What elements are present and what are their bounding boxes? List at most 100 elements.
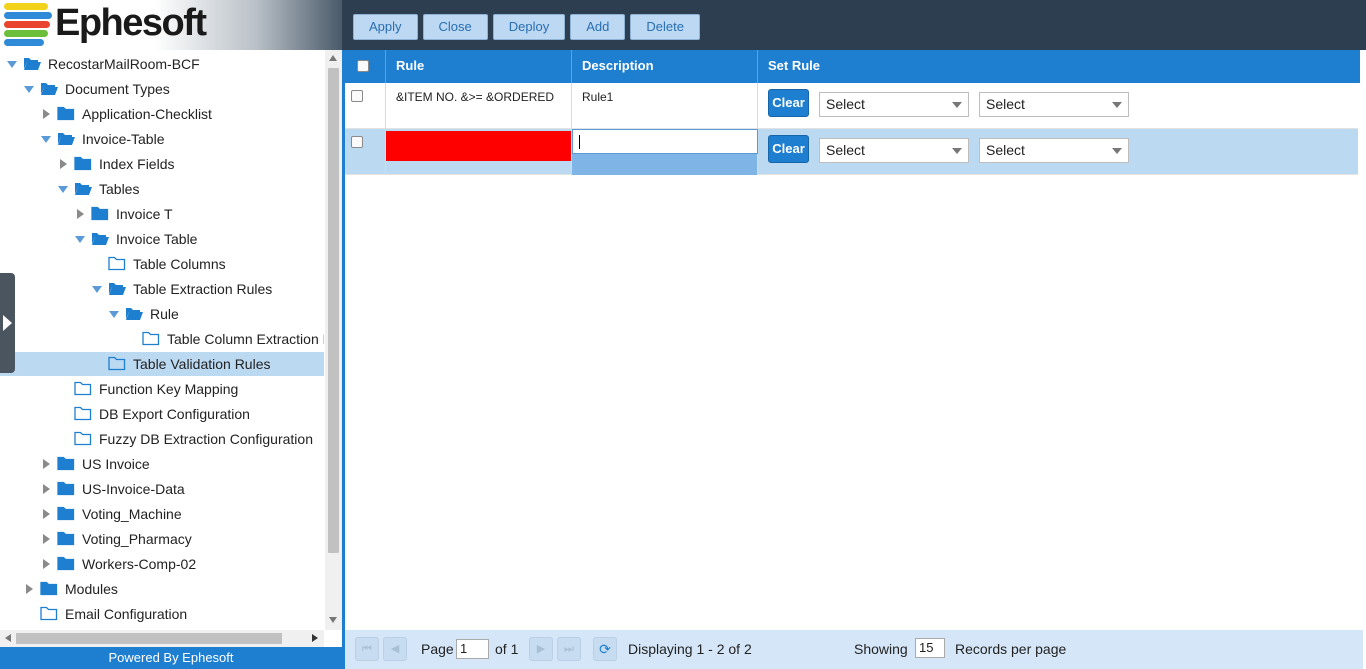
- expand-arrow-icon[interactable]: [60, 159, 67, 169]
- header-set-rule[interactable]: Set Rule: [758, 50, 1360, 83]
- collapse-arrow-icon[interactable]: [75, 236, 85, 243]
- tree-panel: RecostarMailRoom-BCF Document Types Applic…: [0, 50, 342, 669]
- chevron-down-icon: [1112, 102, 1122, 108]
- tree-item[interactable]: Table Columns: [0, 252, 324, 276]
- tree-item[interactable]: Application-Checklist: [0, 102, 324, 126]
- expand-arrow-icon[interactable]: [77, 209, 84, 219]
- tree-item[interactable]: Modules: [0, 577, 324, 601]
- tree-item[interactable]: Invoice T: [0, 202, 324, 226]
- expand-arrow-icon[interactable]: [43, 509, 50, 519]
- tree-item[interactable]: Invoice-Table: [0, 127, 324, 151]
- tree-item-label: Application-Checklist: [82, 106, 212, 122]
- folder-icon: [91, 206, 109, 221]
- rule-cell[interactable]: &ITEM NO. &>= &ORDERED: [386, 83, 572, 129]
- page-number-input[interactable]: 1: [456, 639, 489, 659]
- select-all-checkbox[interactable]: [357, 60, 369, 72]
- rule-select-2-value: Select: [986, 142, 1025, 158]
- scroll-right-icon[interactable]: [312, 634, 318, 642]
- row-checkbox[interactable]: [351, 90, 363, 102]
- scroll-left-icon[interactable]: [5, 634, 11, 642]
- rule-select-1[interactable]: Select: [819, 92, 969, 117]
- clear-button[interactable]: Clear: [768, 89, 809, 117]
- last-page-button[interactable]: ⏭: [557, 637, 581, 661]
- folder-icon: [74, 431, 92, 446]
- collapse-arrow-icon[interactable]: [7, 61, 17, 68]
- tree-item-label: Voting_Pharmacy: [82, 531, 192, 547]
- folder-icon: [108, 256, 126, 271]
- collapse-arrow-icon[interactable]: [41, 136, 51, 143]
- tree-item[interactable]: Voting_Pharmacy: [0, 527, 324, 551]
- chevron-down-icon: [952, 102, 962, 108]
- collapse-arrow-icon[interactable]: [58, 186, 68, 193]
- folder-icon: [57, 106, 75, 121]
- tree-item[interactable]: Function Key Mapping: [0, 377, 324, 401]
- tree-item[interactable]: Table Extraction Rules: [0, 277, 324, 301]
- collapse-arrow-icon[interactable]: [24, 86, 34, 93]
- tree-item-label: Table Column Extraction R: [167, 331, 324, 347]
- refresh-icon[interactable]: ⟳: [593, 637, 617, 661]
- deploy-button[interactable]: Deploy: [492, 14, 566, 40]
- displaying-label: Displaying 1 - 2 of 2: [628, 641, 752, 657]
- tree-item-label: Email Configuration: [65, 606, 188, 622]
- tree-item[interactable]: Fuzzy DB Extraction Configuration: [0, 427, 324, 451]
- description-input[interactable]: [572, 129, 758, 154]
- expand-arrow-icon[interactable]: [43, 534, 50, 544]
- rule-select-1[interactable]: Select: [819, 138, 969, 163]
- tree-item[interactable]: Index Fields: [0, 152, 324, 176]
- tree-item-label: Invoice T: [116, 206, 173, 222]
- first-page-button[interactable]: ⏮: [355, 637, 379, 661]
- delete-button[interactable]: Delete: [630, 14, 700, 40]
- apply-button[interactable]: Apply: [353, 14, 418, 40]
- scroll-down-icon[interactable]: [329, 617, 337, 623]
- rule-input-invalid[interactable]: [386, 131, 571, 161]
- expand-arrow-icon[interactable]: [43, 459, 50, 469]
- text-cursor: [579, 135, 580, 149]
- tree-item[interactable]: Invoice Table: [0, 227, 324, 251]
- tree-item-label: Table Columns: [133, 256, 226, 272]
- prev-page-button[interactable]: ◀: [383, 637, 407, 661]
- tree-item[interactable]: US-Invoice-Data: [0, 477, 324, 501]
- close-button[interactable]: Close: [422, 14, 488, 40]
- rule-select-2[interactable]: Select: [979, 138, 1129, 163]
- tree-vertical-scrollbar[interactable]: [325, 50, 342, 630]
- header-description[interactable]: Description: [572, 50, 758, 83]
- tree-item[interactable]: RecostarMailRoom-BCF: [0, 52, 324, 76]
- tree-item[interactable]: Document Types: [0, 77, 324, 101]
- tree-item[interactable]: US Invoice: [0, 452, 324, 476]
- tree-item[interactable]: DB Export Configuration: [0, 402, 324, 426]
- tree-item-label: Function Key Mapping: [99, 381, 239, 397]
- collapse-arrow-icon[interactable]: [92, 286, 102, 293]
- tree-item[interactable]: Email Configuration: [0, 602, 324, 626]
- expand-arrow-icon[interactable]: [43, 559, 50, 569]
- vertical-scroll-thumb[interactable]: [328, 68, 339, 553]
- clear-button[interactable]: Clear: [768, 135, 809, 163]
- top-header: Ephesoft Apply Close Deploy Add Delete: [0, 0, 1366, 50]
- tree-item[interactable]: Tables: [0, 177, 324, 201]
- tree-item[interactable]: Voting_Machine: [0, 502, 324, 526]
- expand-arrow-icon[interactable]: [43, 109, 50, 119]
- tree-item[interactable]: Rule: [0, 302, 324, 326]
- tree-item[interactable]: Table Column Extraction R: [0, 327, 324, 351]
- rules-grid: Rule Description Set Rule &ITEM NO. &>= …: [345, 50, 1366, 630]
- tree-horizontal-scrollbar[interactable]: [0, 630, 324, 647]
- expand-arrow-icon[interactable]: [43, 484, 50, 494]
- add-button[interactable]: Add: [570, 14, 626, 40]
- tree-item-label: RecostarMailRoom-BCF: [48, 56, 200, 72]
- collapse-arrow-icon[interactable]: [109, 311, 119, 318]
- expand-side-panel-tab[interactable]: [0, 273, 15, 373]
- records-per-page-input[interactable]: 15: [915, 638, 945, 658]
- next-page-button[interactable]: ▶: [529, 637, 553, 661]
- rule-select-1-value: Select: [826, 142, 865, 158]
- tree-item[interactable]: Table Validation Rules: [0, 352, 324, 376]
- description-cell[interactable]: Rule1: [572, 83, 758, 129]
- tree-item[interactable]: Workers-Comp-02: [0, 552, 324, 576]
- page-count-label: of 1: [495, 641, 519, 657]
- expand-arrow-icon[interactable]: [26, 584, 33, 594]
- row-checkbox[interactable]: [351, 136, 363, 148]
- scroll-up-icon[interactable]: [329, 55, 337, 61]
- horizontal-scroll-thumb[interactable]: [16, 633, 282, 644]
- header-rule[interactable]: Rule: [386, 50, 572, 83]
- rule-select-2[interactable]: Select: [979, 92, 1129, 117]
- tree-item-label: Rule: [150, 306, 179, 322]
- chevron-down-icon: [1112, 148, 1122, 154]
